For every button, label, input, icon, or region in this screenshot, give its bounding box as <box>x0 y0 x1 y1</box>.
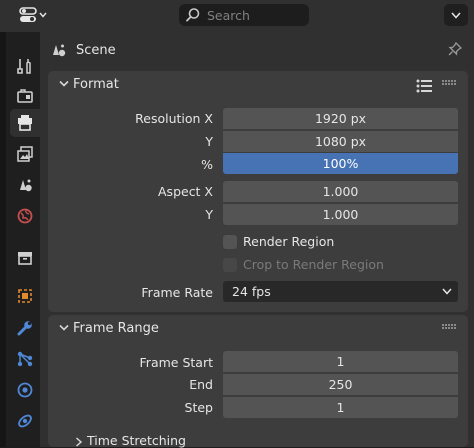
tab-collection[interactable] <box>10 244 40 272</box>
resolution-percent-slider[interactable]: 100% <box>223 153 458 174</box>
left-divider <box>0 32 6 447</box>
aspect-y-field[interactable]: 1.000 <box>223 203 458 225</box>
frame-range-panel-header[interactable]: Frame Range <box>48 315 468 343</box>
wrench-icon <box>17 321 32 336</box>
frame-end-field[interactable]: 250 <box>223 373 458 395</box>
tab-modifiers[interactable] <box>10 314 40 342</box>
pin-icon <box>448 41 463 56</box>
chevron-right-icon <box>76 436 83 447</box>
format-panel-header[interactable]: Format <box>48 71 468 99</box>
presets-list-icon[interactable] <box>416 79 432 93</box>
properties-header: Search <box>0 0 474 32</box>
crop-region-label: Crop to Render Region <box>243 257 384 272</box>
tab-scene[interactable] <box>10 171 40 199</box>
tab-physics[interactable] <box>10 376 40 404</box>
chevron-down-icon <box>451 12 461 19</box>
tool-icon <box>17 59 31 74</box>
drag-grip-icon[interactable] <box>442 324 458 330</box>
tab-tool[interactable] <box>10 52 40 80</box>
frame-rate-label: Frame Rate <box>141 285 213 300</box>
physics-icon <box>17 382 33 398</box>
render-region-label: Render Region <box>243 234 335 249</box>
frame-range-panel-title: Frame Range <box>73 321 159 336</box>
search-input[interactable]: Search <box>179 4 309 26</box>
pin-button[interactable] <box>448 41 463 59</box>
context-label: Scene <box>76 42 116 58</box>
scene-icon <box>53 44 66 57</box>
constraints-icon <box>18 414 32 428</box>
chevron-down-icon <box>442 288 452 295</box>
chevron-down-icon <box>59 80 69 87</box>
chevron-down-icon <box>39 12 47 18</box>
frame-end-label: End <box>189 377 213 392</box>
view-layer-icon <box>17 146 33 162</box>
aspect-y-label: Y <box>205 207 213 222</box>
scene-icon <box>20 179 32 192</box>
tab-world[interactable] <box>10 202 40 230</box>
properties-editor-icon <box>19 7 37 22</box>
frame-step-field[interactable]: 1 <box>223 396 458 418</box>
context-breadcrumb: Scene <box>50 40 116 60</box>
resolution-y-field[interactable]: 1080 px <box>223 130 458 152</box>
frame-start-label: Frame Start <box>139 355 213 370</box>
object-icon <box>18 289 32 303</box>
frame-start-field[interactable]: 1 <box>223 351 458 372</box>
tab-constraints[interactable] <box>10 407 40 435</box>
resolution-x-field[interactable]: 1920 px <box>223 108 458 129</box>
tab-render[interactable] <box>10 82 40 110</box>
tab-view-layer[interactable] <box>10 140 40 168</box>
time-stretching-header[interactable]: Time Stretching <box>75 433 186 448</box>
tab-object[interactable] <box>10 282 40 310</box>
render-region-checkbox[interactable] <box>223 235 237 249</box>
aspect-x-field[interactable]: 1.000 <box>223 181 458 202</box>
frame-rate-value: 24 fps <box>232 284 271 299</box>
search-icon <box>186 8 200 22</box>
crop-region-checkbox[interactable] <box>223 258 237 272</box>
chevron-down-icon <box>59 324 69 331</box>
collection-box-icon <box>18 252 32 265</box>
particles-icon <box>17 351 33 367</box>
frame-step-label: Step <box>184 400 213 415</box>
render-camera-icon <box>17 89 33 103</box>
time-stretching-title: Time Stretching <box>87 433 186 448</box>
search-placeholder: Search <box>207 7 250 23</box>
world-icon <box>17 208 33 224</box>
properties-tabs <box>0 32 40 447</box>
format-panel-title: Format <box>73 77 119 92</box>
frame-rate-select[interactable]: 24 fps <box>223 281 458 302</box>
header-dropdown-button[interactable] <box>444 4 468 26</box>
tab-particles[interactable] <box>10 345 40 373</box>
editor-type-button[interactable] <box>14 4 52 26</box>
resolution-percent-label: % <box>201 157 213 172</box>
drag-grip-icon[interactable] <box>442 80 458 86</box>
aspect-x-label: Aspect X <box>158 184 213 199</box>
resolution-y-label: Y <box>205 134 213 149</box>
resolution-x-label: Resolution X <box>135 111 213 126</box>
tab-output[interactable] <box>10 109 40 137</box>
output-printer-icon <box>18 115 32 131</box>
